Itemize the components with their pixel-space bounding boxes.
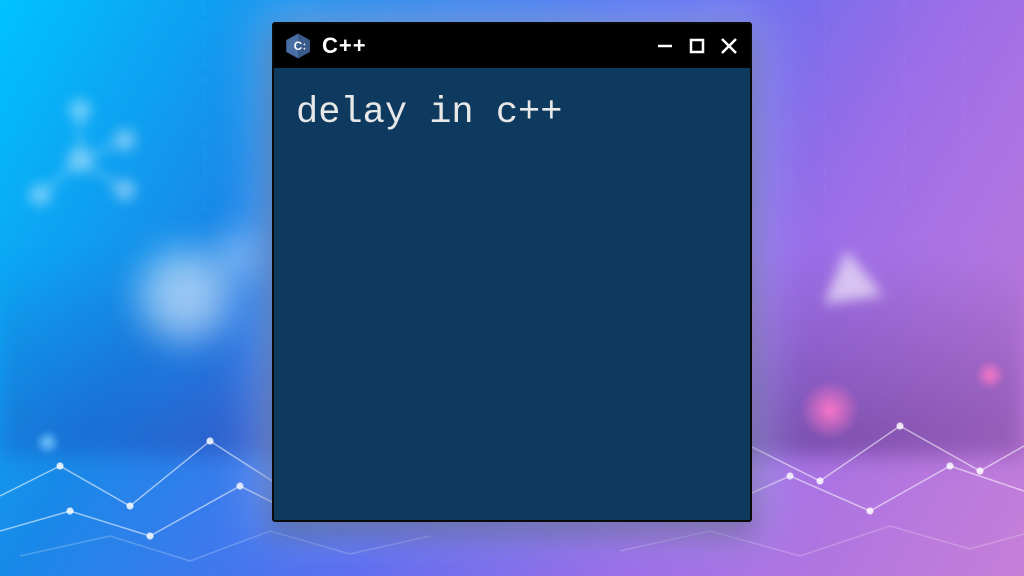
cpp-logo-icon: C + +: [284, 32, 312, 60]
svg-text:C: C: [294, 40, 303, 53]
binary-decoration: 1 0 1 1 0 1 0 0 1 1 0 1: [200, 0, 210, 216]
molecule-decoration: [10, 90, 150, 230]
binary-decoration: 0 1 1 0 1 0 1 0 0 1 1: [820, 0, 830, 198]
lens-flare-decoration: [800, 380, 860, 440]
window-titlebar[interactable]: C + + C++: [274, 24, 750, 68]
binary-decoration: 1 0 0 1 1 0 1 0 1 1 0 1 0: [900, 0, 910, 214]
maximize-button[interactable]: [686, 35, 708, 57]
svg-text:+: +: [303, 47, 306, 52]
minimize-button[interactable]: [654, 35, 676, 57]
lens-flare-decoration: [975, 360, 1005, 390]
window-controls: [654, 35, 740, 57]
close-button[interactable]: [718, 35, 740, 57]
terminal-window: C + + C++ delay in c++: [272, 22, 752, 522]
blur-circle-decoration: [220, 235, 260, 275]
lens-flare-decoration: [35, 430, 60, 455]
terminal-content[interactable]: delay in c++: [274, 68, 750, 520]
code-text: delay in c++: [296, 92, 728, 134]
window-title: C++: [322, 33, 644, 59]
binary-decoration: 0 1 0 1 0 1 1 0 1: [960, 0, 970, 162]
